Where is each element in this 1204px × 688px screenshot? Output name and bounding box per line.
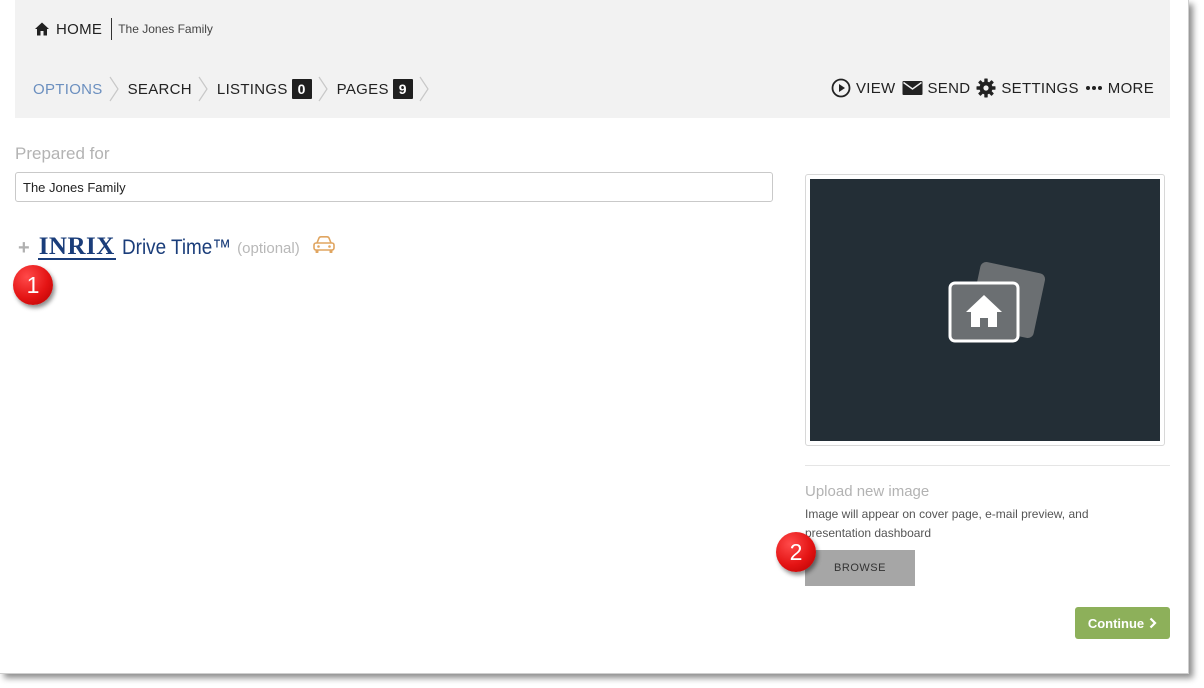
- step-pages[interactable]: PAGES 9: [337, 79, 413, 99]
- drive-time-title: Drive Time™: [121, 236, 232, 259]
- step-listings[interactable]: LISTINGS 0: [217, 79, 312, 99]
- chevron-right-icon: [318, 76, 328, 102]
- cover-image-card: [805, 174, 1165, 446]
- send-label: SEND: [927, 79, 971, 97]
- drive-time-option: + INRIX Drive Time™ (optional): [18, 233, 336, 263]
- home-icon: [35, 22, 49, 36]
- upload-title: Upload new image: [805, 483, 930, 500]
- breadcrumb-divider: [111, 18, 113, 40]
- callout-badge-1: 1: [13, 265, 53, 305]
- callout-badge-2: 2: [776, 532, 816, 572]
- app-window: HOME The Jones Family OPTIONS SEARCH LIS…: [0, 0, 1189, 674]
- prepared-for-input[interactable]: [15, 172, 773, 202]
- home-link[interactable]: HOME: [34, 21, 102, 38]
- ellipsis-icon: [1085, 86, 1102, 90]
- view-label: VIEW: [855, 79, 896, 97]
- step-listings-label: LISTINGS: [216, 80, 288, 98]
- expand-plus-icon[interactable]: +: [18, 237, 30, 260]
- prepared-for-label: Prepared for: [15, 144, 110, 163]
- listings-count-badge: 0: [291, 79, 312, 99]
- chevron-right-icon: [198, 76, 208, 102]
- chevron-right-icon: [419, 76, 429, 102]
- step-options-label: OPTIONS: [33, 80, 103, 98]
- settings-button[interactable]: SETTINGS: [976, 78, 1078, 98]
- envelope-icon: [902, 81, 922, 95]
- continue-label: Continue: [1087, 615, 1145, 631]
- step-search-label: SEARCH: [127, 80, 192, 98]
- breadcrumb-family-name: The Jones Family: [118, 22, 213, 36]
- car-icon: [312, 236, 335, 253]
- settings-label: SETTINGS: [1001, 79, 1079, 97]
- play-circle-icon: [831, 78, 851, 98]
- optional-label: (optional): [237, 239, 300, 257]
- send-button[interactable]: SEND: [902, 80, 971, 97]
- view-button[interactable]: VIEW: [831, 78, 896, 98]
- chevron-right-icon: [109, 76, 119, 102]
- pages-count-badge: 9: [392, 79, 413, 99]
- top-header: HOME The Jones Family OPTIONS SEARCH LIS…: [15, 0, 1170, 118]
- more-label: MORE: [1107, 79, 1154, 97]
- cover-image-placeholder: [810, 179, 1160, 441]
- image-placeholder-icon: [948, 261, 1046, 343]
- header-actions: VIEW SEND SETTINGS MORE: [825, 77, 1154, 99]
- more-button[interactable]: MORE: [1085, 80, 1154, 97]
- browse-button[interactable]: BROWSE: [805, 550, 915, 586]
- upload-description: Image will appear on cover page, e-mail …: [805, 507, 1089, 540]
- breadcrumb: HOME The Jones Family: [34, 18, 213, 40]
- home-label: HOME: [56, 20, 103, 38]
- gear-icon: [976, 78, 996, 98]
- inrix-logo: INRIX: [37, 233, 116, 260]
- continue-button[interactable]: Continue: [1075, 607, 1170, 639]
- panel-divider: [805, 465, 1170, 466]
- step-search[interactable]: SEARCH: [128, 81, 192, 98]
- step-options[interactable]: OPTIONS: [33, 81, 103, 98]
- workflow-steps: OPTIONS SEARCH LISTINGS 0 PAGES 9: [33, 76, 438, 102]
- chevron-right-icon: [1149, 617, 1157, 629]
- step-pages-label: PAGES: [336, 80, 389, 98]
